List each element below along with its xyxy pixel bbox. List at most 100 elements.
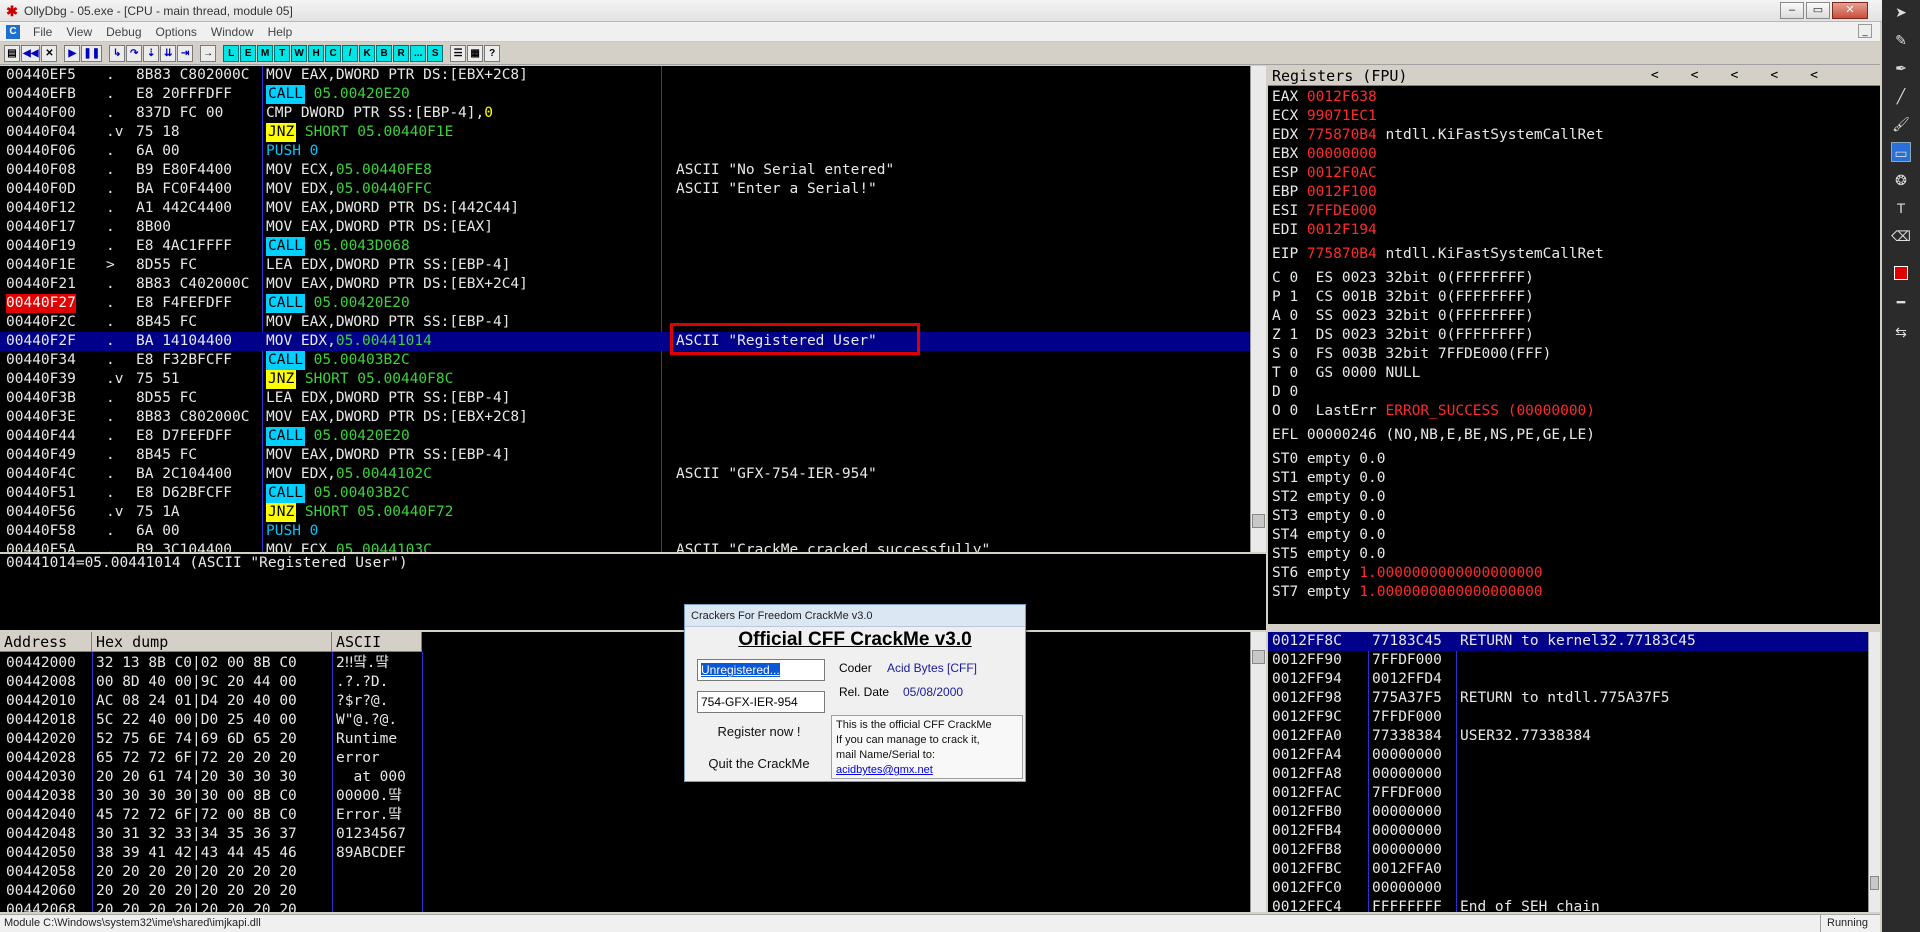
dump-row[interactable]: 00442008 00 8D 40 00|9C 20 44 00 .?.?D. [0,673,1250,692]
stack-row[interactable]: 0012FFAC 7FFDF000 [1268,784,1868,803]
menu-help[interactable]: Help [261,25,300,39]
disasm-row[interactable]: 00440F12. A1 442C4400 MOV EAX,DWORD PTR DS… [0,199,1250,218]
disasm-row[interactable]: 00440F17. 8B00 MOV EAX,DWORD PTR DS:[EAX] [0,218,1250,237]
disasm-row[interactable]: 00440F51. E8 D62BFCFF CALL 05.00403B2C [0,484,1250,503]
disasm-row[interactable]: 00440F06. 6A 00 PUSH 0 [0,142,1250,161]
disasm-row[interactable]: 00440F08. B9 E80F4400 MOV ECX,05.00440FE8 A… [0,161,1250,180]
quit-button[interactable]: Quit the CrackMe [689,751,829,777]
flag-row[interactable]: D 0 [1272,383,1298,402]
line-icon[interactable]: ╱ [1891,86,1911,106]
dump-row[interactable]: 00442068 20 20 20 20|20 20 20 20 [0,901,1250,912]
stack-row[interactable]: 0012FFB8 00000000 [1268,841,1868,860]
disassembly-scrollbar[interactable] [1250,66,1266,552]
toolbar-memory-button[interactable]: M [257,45,274,62]
dump-header-hex[interactable]: Hex dump [92,632,332,652]
toolbar-handles-button[interactable]: H [308,45,325,62]
run-icon[interactable]: ▶ [64,45,81,62]
maximize-button[interactable]: ▭ [1806,2,1830,19]
stack-row[interactable]: 0012FF9C 7FFDF000 [1268,708,1868,727]
step-into-icon[interactable]: ↳ [109,45,126,62]
efl-row[interactable]: EFL 00000246 (NO,NB,E,BE,NS,PE,GE,LE) [1272,426,1595,445]
disasm-row[interactable]: 00440F39 .v 75 51 JNZ SHORT 05.00440F8C [0,370,1250,389]
disasm-row[interactable]: 00440EF5. 8B83 C802000C MOV EAX,DWORD PTR … [0,66,1250,85]
flag-row[interactable]: Z 1 DS 0023 32bit 0(FFFFFFFF) [1272,326,1534,345]
fpu-row[interactable]: ST6 empty 1.0000000000000000000 [1272,564,1543,583]
fpu-row[interactable]: ST2 empty 0.0 [1272,488,1386,507]
disasm-row[interactable]: 00440F58. 6A 00 PUSH 0 [0,522,1250,541]
fpu-row[interactable]: ST7 empty 1.0000000000000000000 [1272,583,1543,602]
email-link[interactable]: acidbytes@gmx.net [836,763,1018,778]
stack-row[interactable]: 0012FFBC 0012FFA0 [1268,860,1868,879]
disasm-row[interactable]: 00440EFB. E8 20FFFDFF CALL 05.00420E20 [0,85,1250,104]
menu-options[interactable]: Options [149,25,204,39]
fpu-row[interactable]: ST0 empty 0.0 [1272,450,1386,469]
register-row[interactable]: ESP 0012F0AC [1272,164,1377,183]
brush-icon[interactable]: 🖌 [1891,114,1911,134]
flag-row[interactable]: T 0 GS 0000 NULL [1272,364,1420,383]
register-button[interactable]: Register now ! [689,719,829,745]
dump-row[interactable]: 00442040 45 72 72 6F|72 00 8B C0 Error.떀 [0,806,1250,825]
toolbar-references-button[interactable]: R [393,45,410,62]
dump-header-ascii[interactable]: ASCII [332,632,422,652]
trace-into-icon[interactable]: ⇣ [143,45,160,62]
toolbar-patches-button[interactable]: / [342,45,359,62]
close-icon[interactable]: ✕ [41,45,58,62]
minimize-button[interactable]: – [1780,2,1804,19]
dump-row[interactable]: 00442000 32 13 8B C0|02 00 8B C0 2‼떀.떀 [0,654,1250,673]
stack-row[interactable]: 0012FFA8 00000000 [1268,765,1868,784]
disasm-row[interactable]: 00440F1E >8D55 FC LEA EDX,DWORD PTR SS:[EB… [0,256,1250,275]
disasm-row[interactable]: 00440F4C. BA 2C104400 MOV EDX,05.0044102C A… [0,465,1250,484]
toolbar-breakpoints-button[interactable]: B [376,45,393,62]
disasm-row[interactable]: 00440F3B. 8D55 FC LEA EDX,DWORD PTR SS:[EB… [0,389,1250,408]
flag-row[interactable]: P 1 CS 001B 32bit 0(FFFFFFFF) [1272,288,1534,307]
scroll-thumb[interactable] [1870,876,1879,890]
hex-dump-pane[interactable]: Address Hex dump ASCII 00442000 32 13 8B … [0,632,1250,912]
stack-row[interactable]: 0012FFB0 00000000 [1268,803,1868,822]
rectangle-icon[interactable]: ▭ [1891,142,1911,162]
serial-input[interactable]: 754-GFX-IER-954 [697,691,825,713]
disassembly-pane[interactable]: 00440EF5. 8B83 C802000C MOV EAX,DWORD PTR … [0,66,1250,552]
list-icon[interactable]: ☰ [450,45,467,62]
disasm-row[interactable]: 00440F49. 8B45 FC MOV EAX,DWORD PTR SS:[EB… [0,446,1250,465]
dump-row[interactable]: 00442018 5C 22 40 00|D0 25 40 00 W"@.?@. [0,711,1250,730]
menu-file[interactable]: File [26,25,59,39]
paint-icon[interactable]: ❂ [1891,170,1911,190]
execute-till-return-icon[interactable]: ⇥ [177,45,194,62]
flag-row[interactable]: A 0 SS 0023 32bit 0(FFFFFFFF) [1272,307,1534,326]
open-icon[interactable]: ▤ [4,45,20,62]
disasm-row[interactable]: 00440F2C. 8B45 FC MOV EAX,DWORD PTR SS:[EB… [0,313,1250,332]
color-swatch-icon[interactable] [1891,262,1911,282]
register-arrows[interactable]: <<<<< [1651,66,1850,86]
cpu-window-icon[interactable]: C [6,24,20,39]
text-icon[interactable]: T [1891,198,1911,218]
disasm-row[interactable]: 00440F19. E8 4AC1FFFF CALL 05.0043D068 [0,237,1250,256]
register-row[interactable]: EDI 0012F194 [1272,221,1377,240]
disasm-row[interactable]: 00440F56 .v 75 1A JNZ SHORT 05.00440F72 [0,503,1250,522]
eip-row[interactable]: EIP 775870B4 ntdll.KiFastSystemCallRet [1272,245,1604,264]
go-to-icon[interactable]: → [200,45,217,62]
dump-row[interactable]: 00442028 65 72 72 6F|72 20 20 20 error [0,749,1250,768]
registers-header[interactable]: Registers (FPU) <<<<< [1268,66,1880,86]
dump-row[interactable]: 00442038 30 30 30 30|30 00 8B C0 00000.떀 [0,787,1250,806]
register-row[interactable]: EAX 0012F638 [1272,88,1377,107]
dump-row[interactable]: 00442010 AC 08 24 01|D4 20 40 00 ?$r?@. [0,692,1250,711]
stack-row[interactable]: 0012FFA0 77338384 USER32.77338384 [1268,727,1868,746]
flag-row[interactable]: S 0 FS 003B 32bit 7FFDE000(FFF) [1272,345,1551,364]
stack-row[interactable]: 0012FFB4 00000000 [1268,822,1868,841]
disasm-row[interactable]: 00440F27. E8 F4FEFDFF CALL 05.00420E20 [0,294,1250,313]
grid-icon[interactable]: ▦ [467,45,484,62]
disasm-row[interactable]: 00440F04 .v 75 18 JNZ SHORT 05.00440F1E [0,123,1250,142]
dump-scrollbar[interactable] [1250,632,1266,912]
stack-scrollbar[interactable] [1868,632,1880,912]
eraser-icon[interactable]: ⌫ [1891,226,1911,246]
toolbar-runtrace-button[interactable]: ... [410,45,427,62]
dump-row[interactable]: 00442030 20 20 61 74|20 30 30 30 at 000 [0,768,1250,787]
stack-row[interactable]: 0012FF8C 77183C45 RETURN to kernel32.77183… [1268,632,1868,651]
scroll-thumb[interactable] [1252,514,1265,528]
mdi-minimize-button[interactable]: _ [1858,24,1872,38]
swap-icon[interactable]: ⇆ [1891,322,1911,342]
toolbar-executables-button[interactable]: E [240,45,257,62]
disasm-row[interactable]: 00440F0D. BA FC0F4400 MOV EDX,05.00440FFC A… [0,180,1250,199]
toolbar-source-button[interactable]: S [427,45,444,62]
fpu-row[interactable]: ST5 empty 0.0 [1272,545,1386,564]
